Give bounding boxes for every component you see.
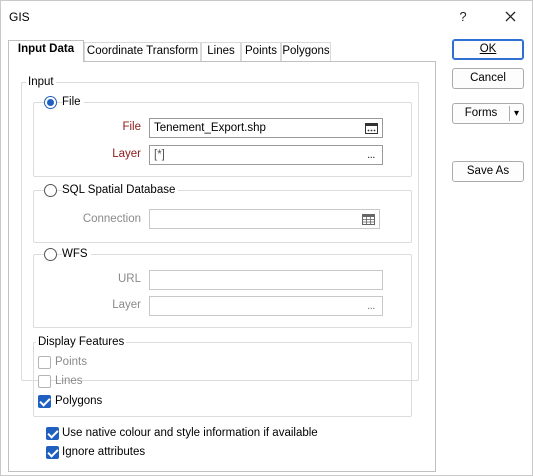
help-button[interactable]: ? xyxy=(441,1,485,31)
connection-input[interactable] xyxy=(149,209,380,229)
input-group-title: Input xyxy=(26,76,56,88)
points-checkbox-label: Points xyxy=(55,356,87,368)
lines-checkbox-label: Lines xyxy=(55,375,83,387)
layer-input[interactable]: [*] ... xyxy=(149,145,383,165)
wfs-layer-input[interactable]: ... xyxy=(149,296,383,316)
help-icon: ? xyxy=(459,8,467,24)
file-radio[interactable] xyxy=(44,96,57,109)
wfs-layer-field-label: Layer xyxy=(112,299,141,311)
layer-field-label: Layer xyxy=(112,148,141,160)
file-input-value: Tenement_Export.shp xyxy=(154,122,266,134)
file-group: File File Tenement_Export.shp Layer [*] … xyxy=(33,96,412,177)
tab-lines[interactable]: Lines xyxy=(201,42,241,61)
ellipsis-icon: ... xyxy=(367,149,375,161)
gis-dialog: GIS ? Input Data Coordinate Transform Li… xyxy=(0,0,533,476)
wfs-radio[interactable] xyxy=(44,248,57,261)
layer-input-value: [*] xyxy=(154,149,165,161)
chevron-down-icon[interactable]: ▾ xyxy=(510,104,523,123)
tab-points[interactable]: Points xyxy=(241,42,281,61)
save-as-button-label: Save As xyxy=(466,165,510,177)
native-colour-label: Use native colour and style information … xyxy=(62,427,318,439)
forms-button[interactable]: Forms ▾ xyxy=(452,103,524,124)
connection-field-label: Connection xyxy=(82,213,141,225)
sql-radio-label: SQL Spatial Database xyxy=(62,184,179,196)
ignore-attributes-checkbox[interactable] xyxy=(46,446,59,459)
polygons-checkbox[interactable] xyxy=(38,395,51,408)
cancel-button-label: Cancel xyxy=(470,72,506,84)
wfs-layer-browse-button[interactable]: ... xyxy=(363,299,379,313)
ok-button[interactable]: OK xyxy=(452,39,524,60)
file-input[interactable]: Tenement_Export.shp xyxy=(149,118,383,138)
tab-input-data[interactable]: Input Data xyxy=(8,40,84,62)
url-field-label: URL xyxy=(117,273,141,285)
native-colour-checkbox[interactable] xyxy=(46,427,59,440)
layer-browse-button[interactable]: ... xyxy=(363,148,379,162)
forms-button-label: Forms xyxy=(464,107,498,119)
tab-coordinate-transform[interactable]: Coordinate Transform xyxy=(84,42,201,61)
tab-polygons[interactable]: Polygons xyxy=(281,42,331,61)
ignore-attributes-label: Ignore attributes xyxy=(62,446,146,458)
save-as-button[interactable]: Save As xyxy=(452,161,524,182)
display-features-group: Display Features Points Lines Polygons xyxy=(33,336,412,417)
polygons-checkbox-label: Polygons xyxy=(55,395,103,407)
wfs-radio-label: WFS xyxy=(62,248,91,260)
ellipsis-icon: ... xyxy=(367,300,375,312)
ok-button-label: OK xyxy=(479,43,497,55)
url-input[interactable] xyxy=(149,270,383,290)
input-group: Input File File Tenement_Export.shp Laye… xyxy=(21,76,419,417)
file-field-label: File xyxy=(122,121,141,133)
wfs-group: WFS URL Layer ... xyxy=(33,248,412,328)
lines-checkbox[interactable] xyxy=(38,375,51,388)
file-radio-label: File xyxy=(62,96,84,108)
display-features-title: Display Features xyxy=(36,336,127,348)
points-checkbox[interactable] xyxy=(38,356,51,369)
sql-group: SQL Spatial Database Connection xyxy=(33,184,412,243)
connection-browse-button[interactable] xyxy=(360,212,376,226)
close-icon xyxy=(505,11,515,21)
title-bar: GIS ? xyxy=(1,1,532,33)
file-browse-button[interactable] xyxy=(363,121,379,135)
sql-radio[interactable] xyxy=(44,184,57,197)
window-title: GIS xyxy=(9,10,30,24)
table-icon xyxy=(361,213,375,225)
close-button[interactable] xyxy=(488,1,532,31)
cancel-button[interactable]: Cancel xyxy=(452,68,524,89)
input-data-panel: Input File File Tenement_Export.shp Laye… xyxy=(8,61,436,472)
file-browse-icon xyxy=(364,122,378,134)
